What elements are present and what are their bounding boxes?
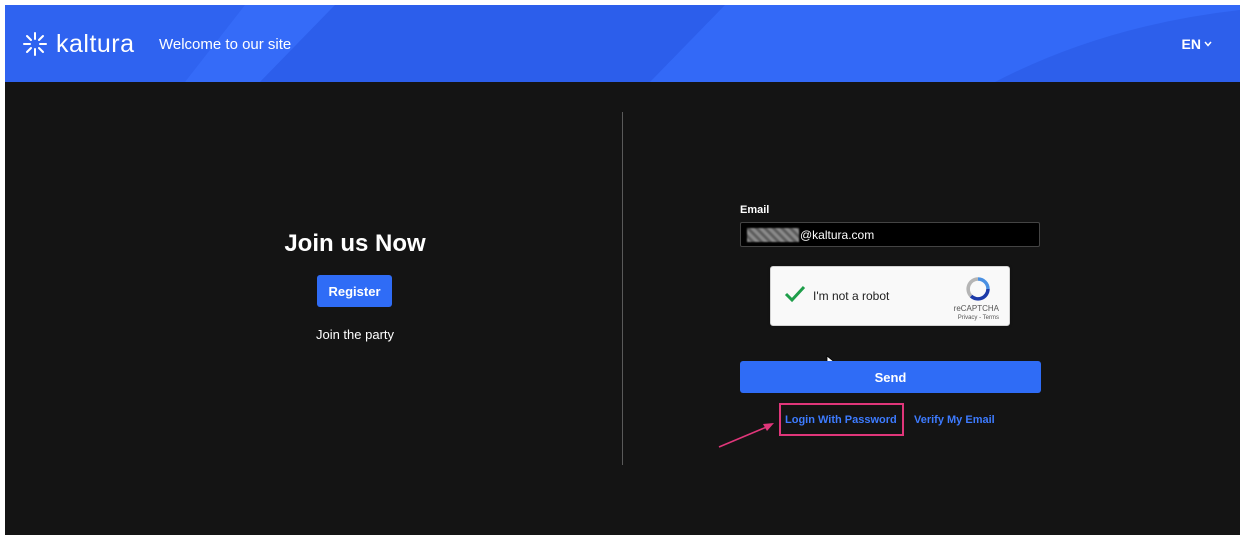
language-selector[interactable]: EN	[1182, 36, 1212, 52]
recaptcha-widget[interactable]: I'm not a robot reCAPTCHA Privacy - Term…	[770, 266, 1010, 326]
annotation-arrow-icon	[718, 423, 774, 448]
column-divider	[622, 112, 623, 465]
logo-text: kaltura	[56, 29, 135, 58]
site-header: kaltura Welcome to our site EN	[5, 5, 1240, 82]
email-value: @kaltura.com	[800, 227, 875, 242]
recaptcha-brand: reCAPTCHA	[953, 304, 999, 313]
kaltura-logo-icon	[23, 32, 47, 56]
email-label: Email	[740, 204, 770, 216]
verify-my-email-link[interactable]: Verify My Email	[914, 414, 995, 426]
redacted-email-prefix	[747, 227, 799, 242]
join-title: Join us Now	[284, 230, 426, 257]
checkmark-icon[interactable]	[783, 283, 807, 305]
site-title: Welcome to our site	[159, 36, 292, 53]
recaptcha-logo-icon	[966, 277, 990, 301]
register-button[interactable]: Register	[317, 275, 392, 307]
kaltura-logo[interactable]: kaltura	[22, 29, 135, 59]
language-label: EN	[1181, 36, 1201, 52]
page-frame: kaltura Welcome to our site EN Join us N…	[5, 5, 1240, 535]
send-button[interactable]: Send	[740, 361, 1041, 393]
chevron-down-icon	[1204, 41, 1212, 47]
recaptcha-links[interactable]: Privacy - Terms	[958, 315, 999, 321]
recaptcha-label: I'm not a robot	[813, 289, 890, 303]
email-field[interactable]: @kaltura.com	[740, 222, 1040, 247]
join-subtitle: Join the party	[315, 327, 395, 342]
login-with-password-link[interactable]: Login With Password	[785, 414, 897, 426]
